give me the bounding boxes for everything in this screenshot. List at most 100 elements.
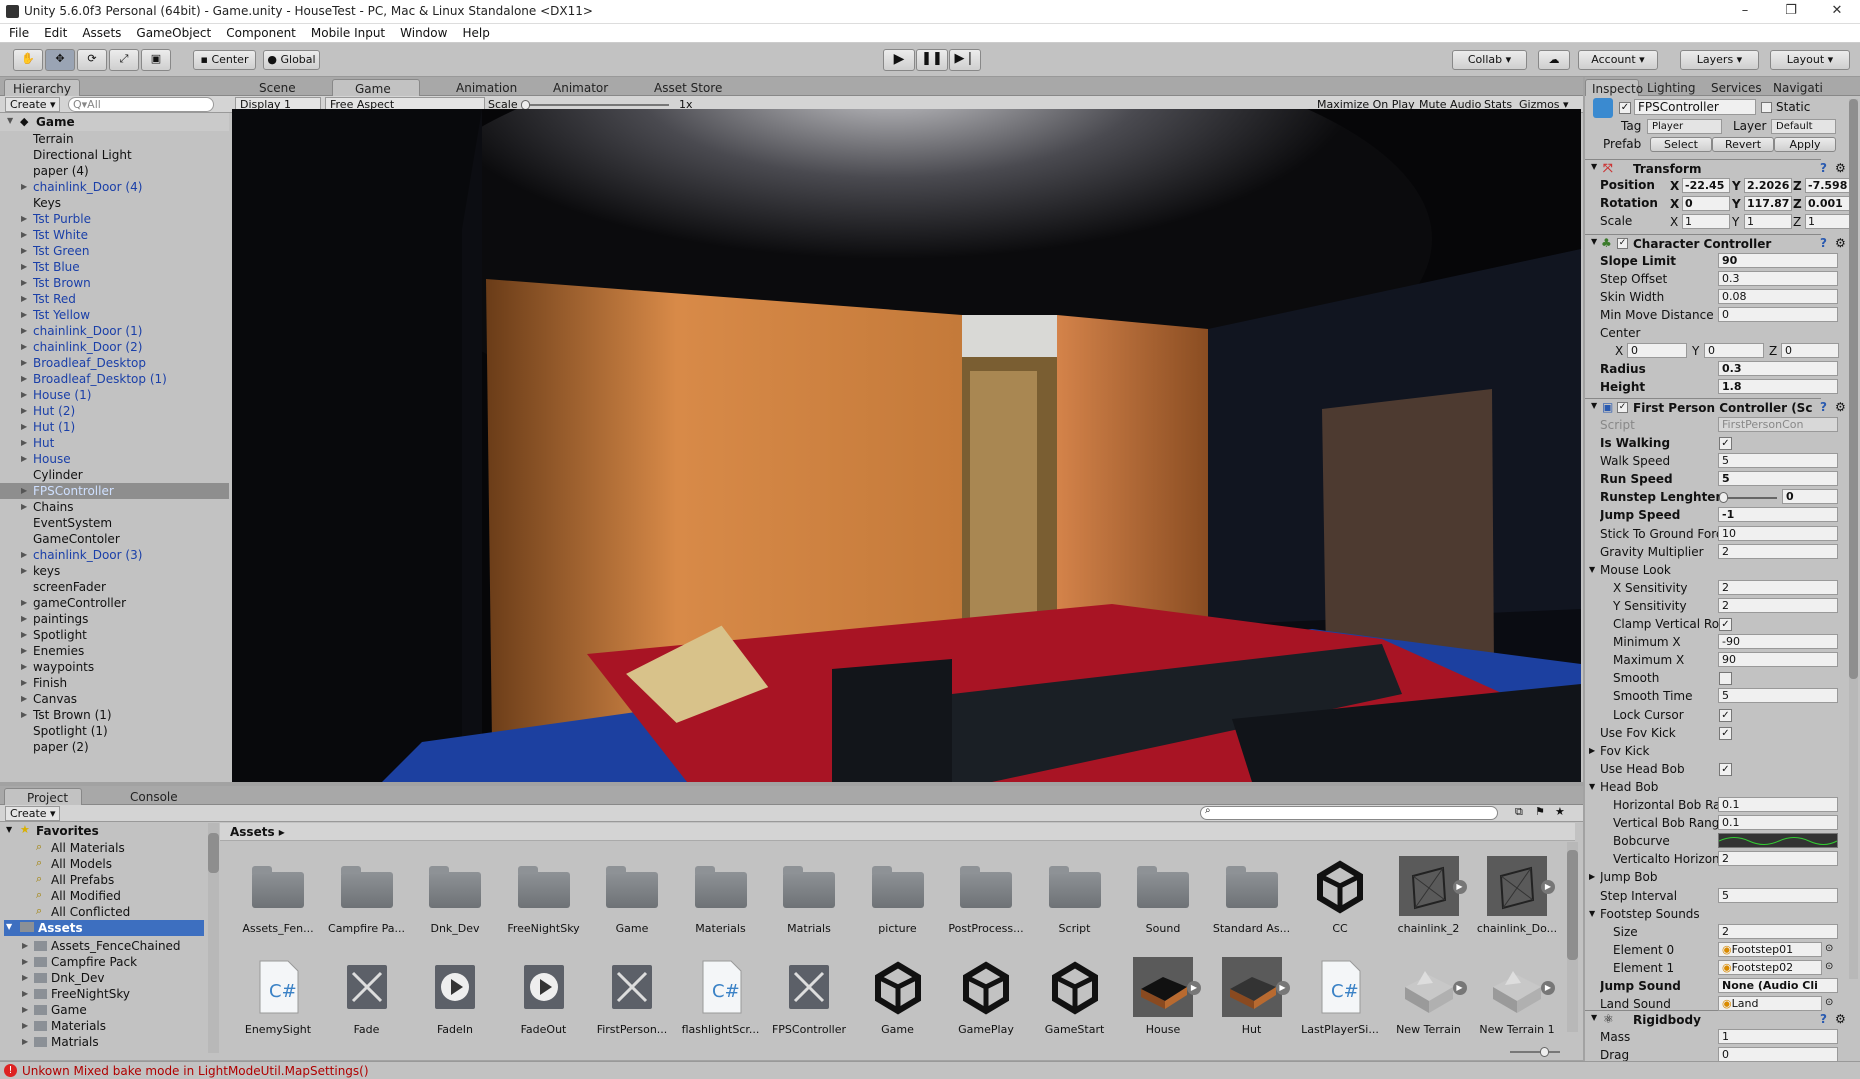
favorite-star-icon[interactable]: ★ (1555, 805, 1565, 818)
use-fov-kick-checkbox[interactable]: ✓ (1719, 726, 1732, 740)
tree-folder-assets-fencechained[interactable]: Assets_FenceChained (51, 939, 181, 953)
use-head-bob-checkbox[interactable]: ✓ (1719, 762, 1732, 776)
drag-field[interactable]: 0 (1718, 1047, 1838, 1062)
expand-arrow-icon[interactable]: ▶ (21, 310, 27, 319)
asset-game[interactable]: Game (588, 856, 676, 935)
position-x-field[interactable]: -22.45 (1682, 178, 1730, 193)
position-z-field[interactable]: -7.598 (1805, 178, 1853, 193)
expand-subassets-icon[interactable]: ▶ (1187, 981, 1201, 995)
inspector-scrollbar[interactable] (1849, 99, 1858, 979)
asset-gameplay[interactable]: GamePlay (942, 957, 1030, 1036)
asset-standard-as[interactable]: Standard As... (1208, 856, 1296, 935)
asset-hut[interactable]: ▶ Hut (1208, 957, 1296, 1036)
is-walking-checkbox[interactable]: ✓ (1719, 437, 1732, 450)
verticalto-horizon-field[interactable]: 2 (1718, 851, 1838, 867)
hierarchy-item-tst-red[interactable]: Tst Red (33, 292, 76, 308)
prefab-revert-button[interactable]: Revert (1712, 137, 1774, 152)
favorite-all-prefabs[interactable]: All Prefabs (51, 873, 114, 887)
hierarchy-item-enemies[interactable]: Enemies (33, 644, 84, 660)
tab-lighting[interactable]: Lighting (1639, 79, 1704, 96)
horizontal-bob-ra-field[interactable]: 0.1 (1718, 797, 1838, 812)
expand-arrow-icon[interactable]: ▶ (21, 550, 27, 559)
hierarchy-item-chains[interactable]: Chains (33, 500, 74, 516)
favorite-all-models[interactable]: All Models (51, 857, 112, 871)
runstep-field[interactable]: 0 (1782, 489, 1838, 505)
pivot-center-button[interactable]: ▪ Center (193, 50, 256, 70)
tree-scrollbar-thumb[interactable] (208, 833, 219, 873)
tab-navigation[interactable]: Navigati (1765, 79, 1823, 96)
layout-dropdown[interactable]: Layout ▾ (1770, 50, 1850, 70)
hand-tool-button[interactable]: ✋ (13, 49, 43, 71)
mouse-look-row[interactable]: ▼ Mouse Look (1585, 562, 1821, 579)
gear-icon[interactable]: ⚙ (1835, 1012, 1846, 1026)
hierarchy-item-spotlight-1[interactable]: Spotlight (1) (33, 724, 108, 740)
gameobject-name-field[interactable]: FPSController (1634, 99, 1756, 115)
expand-arrow-icon[interactable]: ▶ (21, 246, 27, 255)
assets-fold-icon[interactable]: ▼ (6, 922, 12, 931)
asset-fadeout[interactable]: FadeOut (500, 957, 588, 1036)
asset-enemysight[interactable]: C# EnemySight (234, 957, 322, 1036)
pivot-global-button[interactable]: ● Global (263, 50, 320, 70)
menu-edit[interactable]: Edit (35, 24, 73, 40)
expand-arrow-icon[interactable]: ▶ (21, 390, 27, 399)
tag-dropdown[interactable]: Player (1647, 119, 1722, 134)
layers-dropdown[interactable]: Layers ▾ (1680, 50, 1759, 70)
layer-dropdown[interactable]: Default (1771, 119, 1836, 134)
hierarchy-item-directional-light[interactable]: Directional Light (33, 148, 132, 164)
help-icon[interactable]: ? (1820, 161, 1827, 175)
expand-arrow-icon[interactable]: ▶ (21, 406, 27, 415)
position-y-field[interactable]: 2.2026 (1744, 178, 1792, 193)
grid-scrollbar-thumb[interactable] (1567, 850, 1578, 960)
help-icon[interactable]: ? (1820, 236, 1827, 250)
scale-slider[interactable] (523, 104, 669, 106)
expand-arrow-icon[interactable]: ▶ (21, 278, 27, 287)
gravity-multiplier-field[interactable]: 2 (1718, 543, 1838, 559)
hierarchy-item-tst-green[interactable]: Tst Green (33, 244, 89, 260)
scale-z-field[interactable]: 1 (1805, 214, 1853, 229)
tab-scene[interactable]: Scene (237, 79, 317, 96)
hierarchy-item-chainlink-door-2[interactable]: chainlink_Door (2) (33, 340, 142, 356)
fold-icon[interactable]: ▼ (1589, 565, 1595, 574)
expand-arrow-icon[interactable]: ▶ (21, 294, 27, 303)
walk-speed-field[interactable]: 5 (1718, 453, 1838, 469)
rotation-y-field[interactable]: 117.87 (1744, 196, 1792, 211)
asset-campfire-pa[interactable]: Campfire Pa... (323, 856, 411, 935)
hierarchy-item-gamecontoler[interactable]: GameContoler (33, 532, 120, 548)
hierarchy-item-fpscontroller[interactable]: FPSController (33, 484, 114, 500)
menu-help[interactable]: Help (453, 24, 495, 40)
expand-arrow-icon[interactable]: ▶ (21, 630, 27, 639)
asset-picture[interactable]: picture (854, 856, 942, 935)
hierarchy-item-waypoints[interactable]: waypoints (33, 660, 94, 676)
asset-fadein[interactable]: FadeIn (411, 957, 499, 1036)
scene-header[interactable]: ▼ ◆ Game (0, 113, 229, 131)
jump-speed-field[interactable]: -1 (1718, 507, 1838, 523)
menu-file[interactable]: File (0, 24, 35, 40)
runstep-slider-thumb[interactable] (1719, 492, 1728, 504)
asset-sound[interactable]: Sound (1119, 856, 1207, 935)
hierarchy-search-input[interactable]: Q▾All (68, 97, 214, 112)
collab-dropdown[interactable]: Collab ▾ (1452, 50, 1527, 70)
tab-inspector[interactable]: Inspecto (1585, 79, 1643, 96)
menu-gameobject[interactable]: GameObject (127, 24, 217, 40)
asset-postprocess[interactable]: PostProcess... (942, 856, 1030, 935)
expand-subassets-icon[interactable]: ▶ (1541, 981, 1555, 995)
tree-folder-matrials[interactable]: Matrials (51, 1035, 99, 1049)
favorite-all-materials[interactable]: All Materials (51, 841, 125, 855)
smooth-time-field[interactable]: 5 (1718, 688, 1838, 704)
asset-freenightsky[interactable]: FreeNightSky (500, 856, 588, 935)
object-picker-icon[interactable]: ⊙ (1825, 997, 1833, 1008)
mass-field[interactable]: 1 (1718, 1029, 1838, 1044)
expand-arrow-icon[interactable]: ▶ (21, 662, 27, 671)
hierarchy-item-tst-purble[interactable]: Tst Purble (33, 212, 91, 228)
assets-root-row[interactable] (4, 920, 204, 936)
favorite-all-conflicted[interactable]: All Conflicted (51, 905, 130, 919)
footstep-sounds-row[interactable]: ▼ Footstep Sounds (1585, 906, 1821, 923)
bobcurve-field[interactable] (1718, 833, 1838, 849)
center-z-field[interactable]: 0 (1781, 343, 1839, 358)
tree-scrollbar[interactable] (208, 823, 219, 1053)
status-bar[interactable]: ! Unkown Mixed bake mode in LightModeUti… (0, 1061, 1860, 1079)
help-icon[interactable]: ? (1820, 400, 1827, 414)
breadcrumb[interactable]: Assets ▸ (230, 825, 285, 839)
gear-icon[interactable]: ⚙ (1835, 161, 1846, 175)
tree-folder-game[interactable]: Game (51, 1003, 87, 1017)
